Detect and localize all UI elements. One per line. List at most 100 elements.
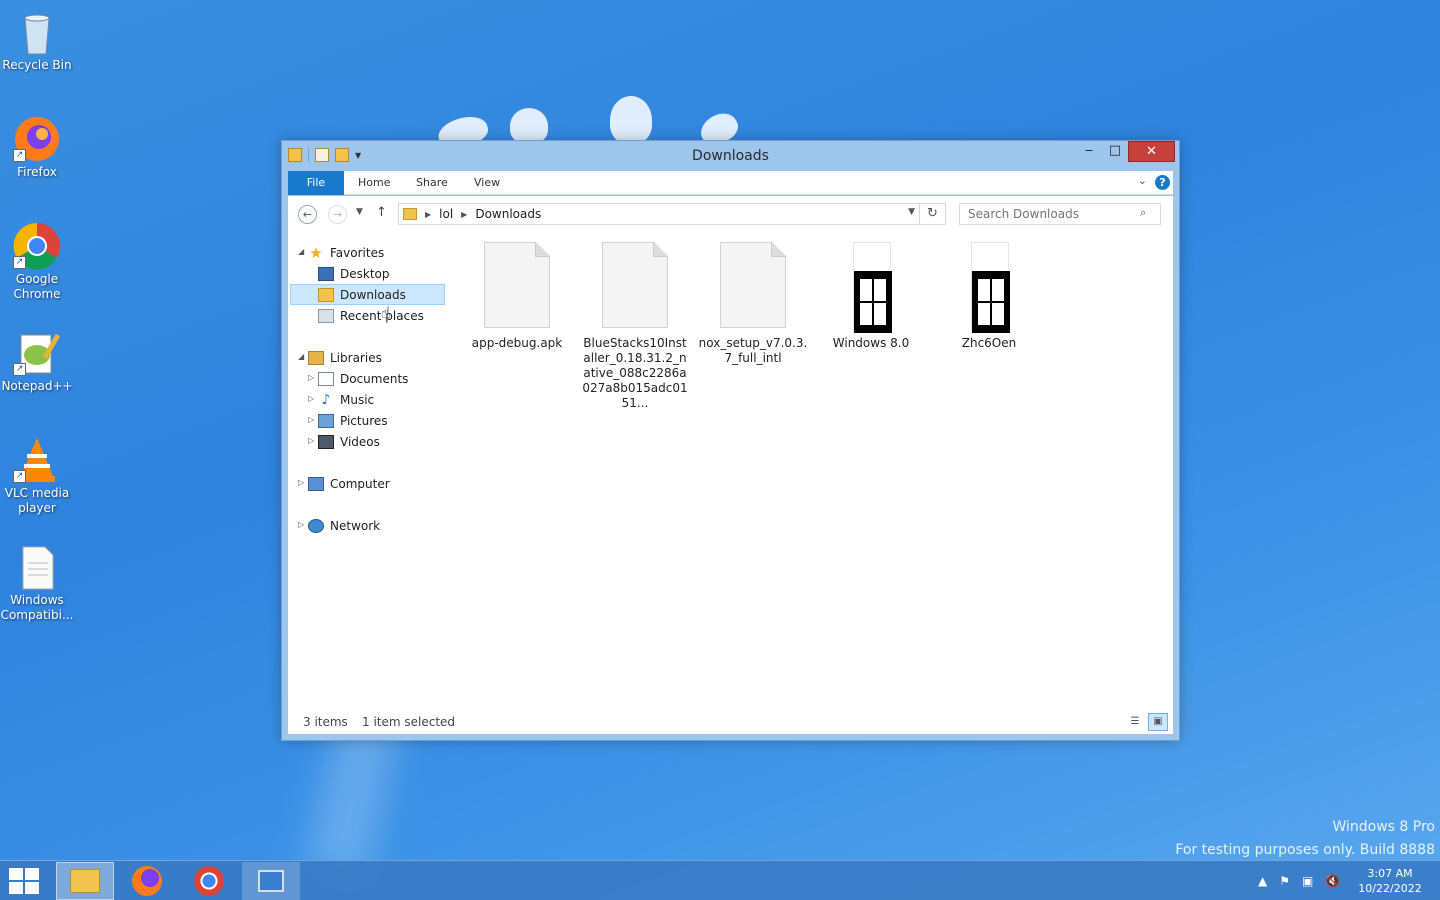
large-icons-view-button[interactable]: ▣ [1148, 713, 1168, 731]
desktop-icon-vlc[interactable]: ↗ VLC media player [0, 436, 74, 516]
file-item[interactable]: nox_setup_v7.0.3.7_full_intl [698, 242, 808, 366]
collapse-arrow-icon[interactable]: ▷ [308, 436, 314, 445]
tree-label: Desktop [340, 266, 390, 281]
collapse-arrow-icon[interactable]: ▷ [308, 373, 314, 382]
volume-muted-icon[interactable]: 🔇 [1325, 874, 1340, 888]
file-name: Zhc6Oen [961, 336, 1017, 350]
file-item[interactable]: Zhc6Oen [934, 242, 1044, 351]
desktop-icon-windows-compatibility[interactable]: Windows Compatibi... [0, 543, 74, 623]
ribbon-tabs: File Home Share View ⌄ ? [288, 171, 1173, 195]
tree-label: Documents [340, 371, 409, 386]
network-icon [308, 518, 324, 533]
taskbar-firefox[interactable] [118, 862, 176, 900]
minimize-button[interactable]: ‒ [1076, 141, 1102, 162]
tab-view[interactable]: View [474, 171, 500, 195]
tree-label: Downloads [340, 287, 406, 302]
breadcrumb-lol[interactable]: lol [439, 207, 453, 221]
search-input[interactable] [959, 203, 1161, 225]
clock-time: 3:07 AM [1367, 867, 1413, 880]
tree-downloads[interactable]: Downloads [290, 284, 445, 305]
tree-label: Pictures [340, 413, 388, 428]
tree-label: Computer [330, 476, 390, 491]
breadcrumb-downloads[interactable]: Downloads [475, 207, 541, 221]
collapse-arrow-icon[interactable]: ▷ [308, 415, 314, 424]
tree-label: Libraries [330, 350, 382, 365]
chevron-down-icon[interactable]: ▼ [908, 207, 915, 217]
taskbar-chrome[interactable] [180, 862, 238, 900]
tree-computer[interactable]: Computer [308, 473, 390, 494]
document-icon [484, 242, 550, 328]
tree-music[interactable]: ♪ Music [318, 389, 375, 410]
computer-icon [308, 476, 324, 491]
collapse-arrow-icon[interactable]: ▷ [308, 394, 314, 403]
desktop-icon-label: Firefox [17, 165, 57, 179]
expand-arrow-icon[interactable]: ◢ [298, 352, 304, 361]
mouse-cursor-icon: ☝ [381, 303, 391, 322]
forward-button[interactable]: → [328, 205, 347, 224]
selection-count: 1 item selected [362, 715, 456, 729]
action-center-flag-icon[interactable]: ⚑ [1279, 874, 1290, 888]
file-name: app-debug.apk [471, 336, 563, 350]
firefox-icon [132, 866, 162, 896]
taskbar-file-explorer[interactable] [56, 862, 114, 900]
collapse-arrow-icon[interactable]: ▷ [298, 520, 304, 529]
refresh-button[interactable]: ↻ [920, 203, 946, 225]
clock[interactable]: 3:07 AM 10/22/2022 [1352, 866, 1428, 896]
file-item[interactable]: Windows 8.0 [816, 242, 926, 351]
tree-pictures[interactable]: Pictures [318, 410, 388, 431]
tab-file[interactable]: File [288, 171, 344, 195]
show-hidden-icons-icon[interactable]: ▲ [1258, 874, 1267, 888]
back-button[interactable]: ← [298, 205, 317, 224]
tree-videos[interactable]: Videos [318, 431, 380, 452]
tree-network[interactable]: Network [308, 515, 380, 536]
help-icon[interactable]: ? [1155, 175, 1170, 190]
start-button[interactable] [9, 868, 39, 894]
documents-icon [318, 371, 334, 386]
windows-image-icon [971, 242, 1010, 333]
expand-ribbon-icon[interactable]: ⌄ [1138, 174, 1147, 187]
windows-logo-icon [972, 271, 1010, 333]
desktop-icon-notepad-plus-plus[interactable]: ↗ Notepad++ [0, 329, 74, 394]
taskbar: ▲ ⚑ ▣ 🔇 3:07 AM 10/22/2022 [0, 860, 1440, 900]
title-bar[interactable]: ▼ Downloads ‒ □ ✕ [282, 141, 1179, 171]
recent-locations-icon[interactable]: ▼ [356, 207, 363, 217]
tree-label: Music [340, 392, 375, 407]
recent-places-icon [318, 308, 334, 323]
tab-home[interactable]: Home [358, 171, 390, 195]
maximize-button[interactable]: □ [1102, 141, 1128, 162]
breadcrumb-separator-icon[interactable]: ▶ [425, 210, 431, 219]
explorer-window: ▼ Downloads ‒ □ ✕ File Home Share View ⌄… [281, 140, 1180, 741]
tree-favorites[interactable]: ★ Favorites [308, 242, 384, 263]
remote-desktop-icon [258, 870, 284, 892]
expand-arrow-icon[interactable]: ◢ [298, 247, 304, 256]
shortcut-arrow-icon: ↗ [13, 256, 26, 269]
taskbar-remote-desktop[interactable] [242, 862, 300, 900]
address-bar[interactable]: ▶ lol ▶ Downloads ▼ [398, 203, 920, 225]
wallpaper-flower [610, 96, 652, 144]
file-item[interactable]: BlueStacks10Installer_0.18.31.2_native_0… [580, 242, 690, 411]
document-icon [720, 242, 786, 328]
tree-documents[interactable]: Documents [318, 368, 408, 389]
file-item[interactable]: app-debug.apk [462, 242, 572, 351]
desktop-icon-label: VLC media player [4, 486, 70, 515]
network-icon[interactable]: ▣ [1302, 874, 1313, 888]
tree-libraries[interactable]: Libraries [308, 347, 382, 368]
desktop-icon-firefox[interactable]: ↗ Firefox [0, 115, 74, 180]
tree-label: Videos [340, 434, 380, 449]
clock-date: 10/22/2022 [1358, 882, 1422, 895]
chrome-icon [194, 866, 224, 896]
details-view-button[interactable]: ☰ [1125, 713, 1145, 731]
tree-desktop[interactable]: Desktop [318, 263, 390, 284]
breadcrumb-separator-icon[interactable]: ▶ [461, 210, 467, 219]
file-explorer-icon [70, 869, 100, 893]
close-button[interactable]: ✕ [1128, 141, 1175, 162]
desktop-icon-recycle-bin[interactable]: Recycle Bin [0, 8, 74, 73]
collapse-arrow-icon[interactable]: ▷ [298, 478, 304, 487]
tab-share[interactable]: Share [416, 171, 448, 195]
file-name: nox_setup_v7.0.3.7_full_intl [698, 336, 808, 365]
tree-recent-places[interactable]: Recent places [318, 305, 424, 326]
desktop-icon-chrome[interactable]: ↗ Google Chrome [0, 222, 74, 302]
search-icon[interactable]: ⌕ [1140, 206, 1146, 220]
up-button[interactable]: ↑ [376, 205, 387, 220]
folder-icon [403, 208, 417, 220]
